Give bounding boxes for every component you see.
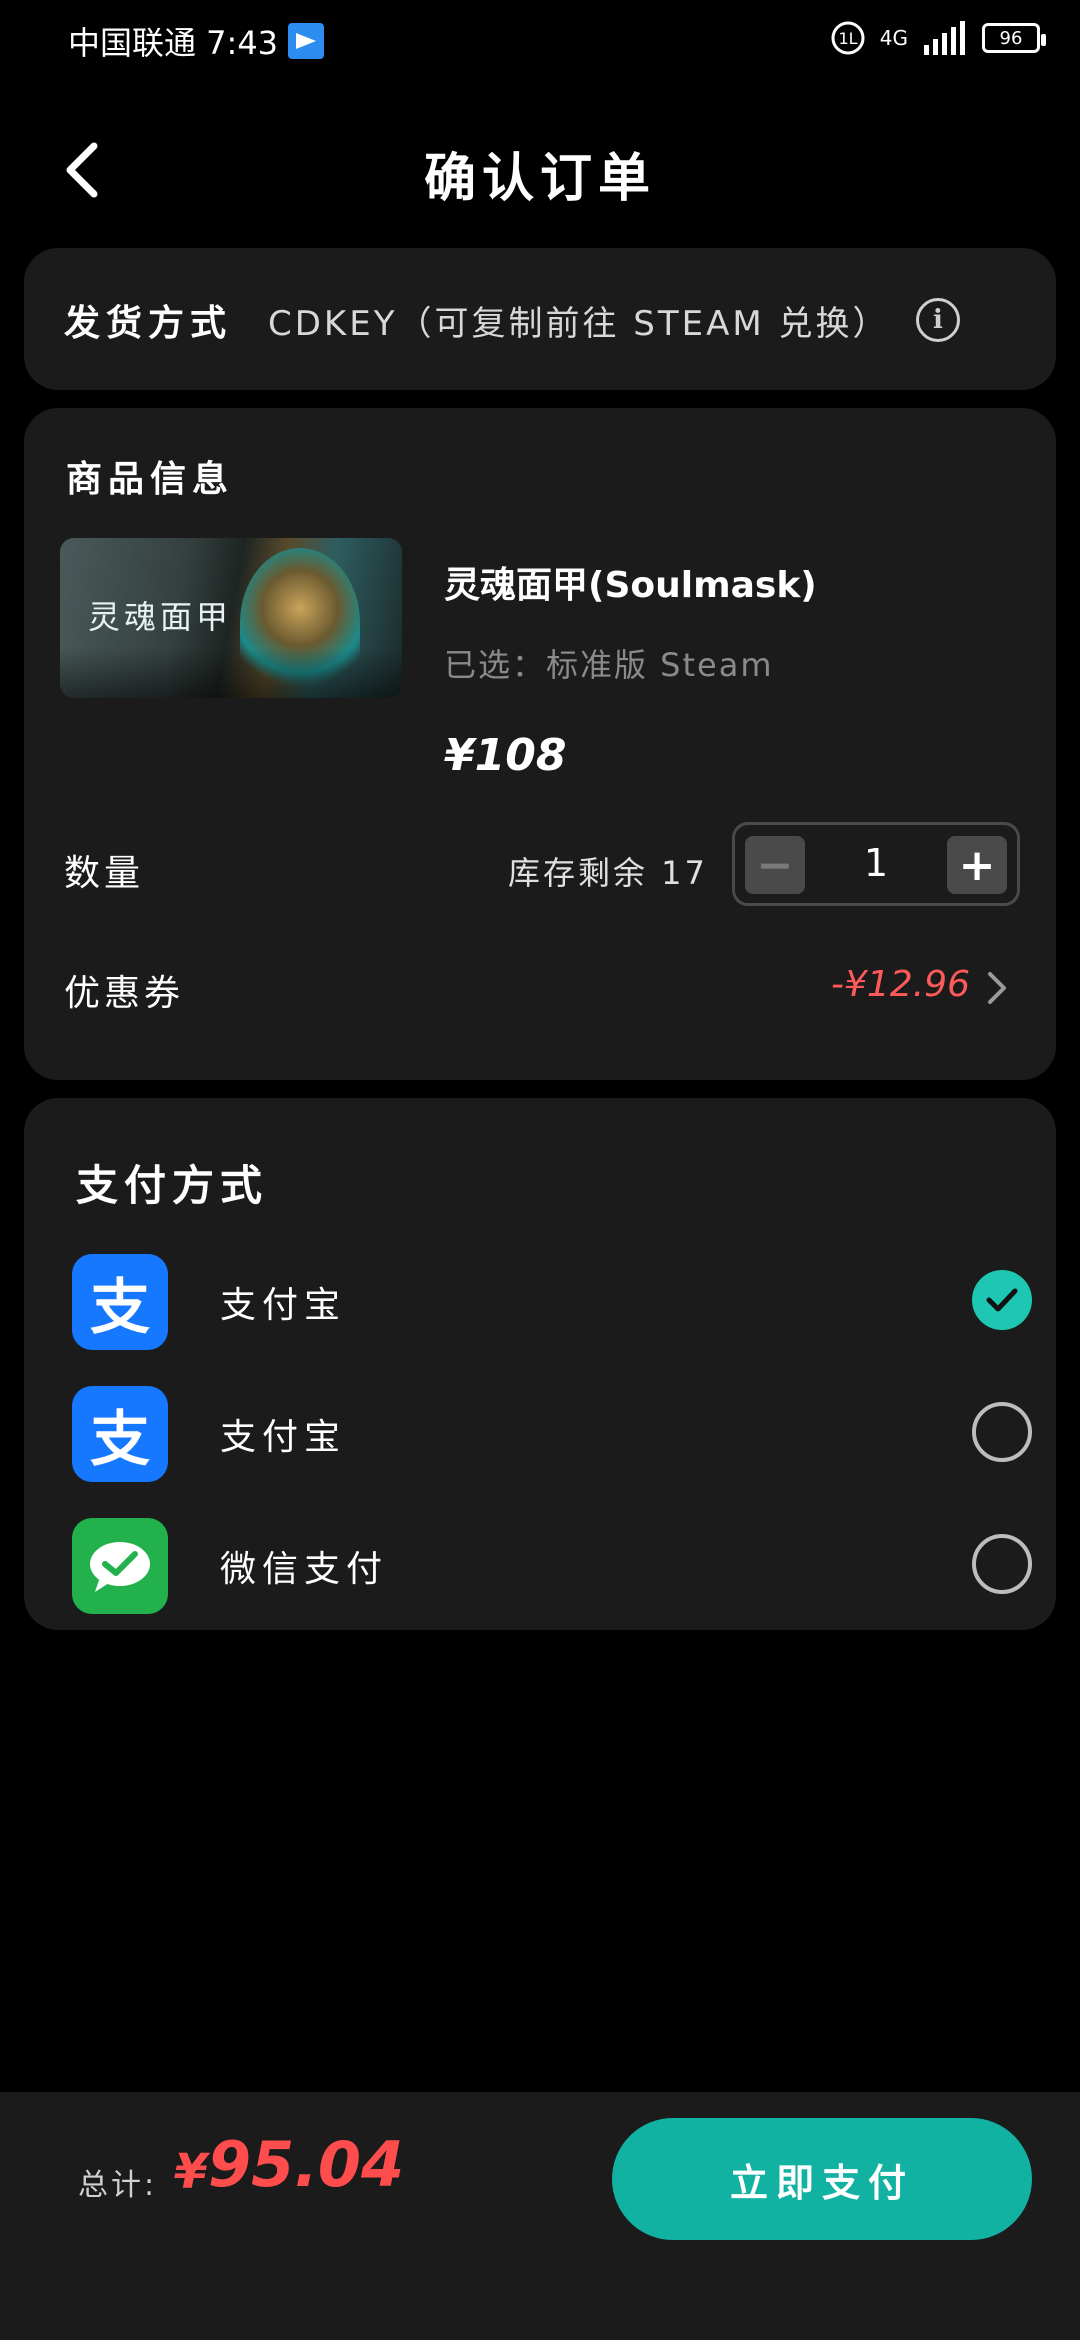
payment-section-title: 支付方式 [76,1161,269,1210]
product-variant: 已选：标准版 Steam [444,646,774,684]
payment-option-wechat[interactable]: 微信支付 [72,1514,1032,1614]
battery-level: 96 [999,27,1023,49]
svg-text:1L: 1L [838,29,857,48]
goods-card: 商品信息 灵魂面甲 灵魂面甲(Soulmask) 已选：标准版 Steam ¥1… [24,408,1056,1080]
status-bar: 中国联通 7:43 1L 4G 96 [0,0,1080,80]
total-currency: ¥ [174,2144,208,2200]
stock-remaining: 库存剩余 17 [508,854,708,892]
quantity-label: 数量 [64,853,145,894]
cover-title: 灵魂面甲 [88,598,233,636]
radio-unselected[interactable] [972,1402,1032,1462]
pay-now-button[interactable]: 立即支付 [612,2118,1032,2240]
delivery-value: CDKEY（可复制前往 STEAM 兑换） [268,304,890,344]
alipay-icon: 支 [72,1254,168,1350]
carrier-time: 中国联通 7:43 [68,24,279,62]
payment-card: 支付方式 支 支付宝 支 支付宝 微信支付 [24,1098,1056,1630]
network-type: 4G [879,26,908,50]
alipay-icon: 支 [72,1386,168,1482]
total-label: 总计: [78,2168,158,2203]
decrease-quantity-button[interactable]: − [745,836,805,894]
product-cover-image[interactable]: 灵魂面甲 [60,538,402,698]
payment-option-alipay-1[interactable]: 支 支付宝 [72,1250,1032,1350]
delivery-card: 发货方式 CDKEY（可复制前往 STEAM 兑换） i [24,248,1056,390]
signal-icon [924,21,965,55]
radio-selected[interactable] [972,1270,1032,1330]
hd-call-icon: 1L [831,21,865,55]
radio-unselected[interactable] [972,1534,1032,1594]
bottom-checkout-bar: 总计: ¥ 95.04 立即支付 [0,2092,1080,2340]
checkmark-icon [986,1288,1018,1312]
quantity-value: 1 [863,841,889,885]
payment-option-alipay-2[interactable]: 支 支付宝 [72,1382,1032,1482]
chevron-right-icon[interactable] [982,970,1012,1006]
delivery-label: 发货方式 [64,303,233,344]
coupon-label[interactable]: 优惠券 [64,964,184,1016]
quantity-stepper: − 1 + [732,822,1020,906]
payment-option-label: 支付宝 [220,1417,347,1458]
nav-bar: 确认订单 [0,120,1080,220]
payment-option-label: 支付宝 [220,1285,347,1326]
wechat-pay-icon [72,1518,168,1614]
page-title: 确认订单 [423,149,656,209]
product-price: ¥108 [444,730,567,781]
total-amount: 95.04 [208,2128,405,2201]
product-name: 灵魂面甲(Soulmask) [444,565,817,606]
info-icon[interactable]: i [916,298,960,342]
notification-icon [288,23,325,59]
coupon-value[interactable]: -¥12.96 [831,964,970,1005]
battery-icon: 96 [982,23,1046,53]
payment-option-label: 微信支付 [220,1549,389,1590]
increase-quantity-button[interactable]: + [947,836,1007,894]
goods-section-title: 商品信息 [66,459,235,500]
